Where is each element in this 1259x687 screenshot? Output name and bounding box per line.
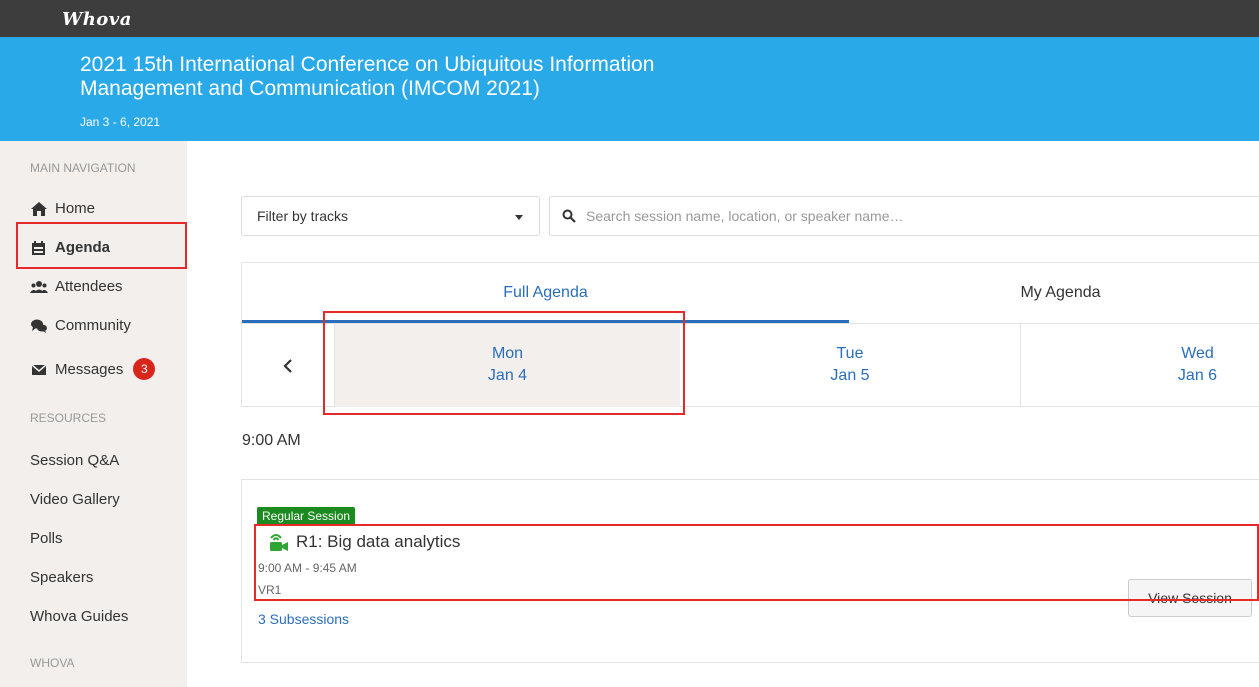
calendar-icon (32, 240, 45, 255)
sidebar-item-home[interactable]: Home (30, 200, 95, 217)
main-navigation-heading: MAIN NAVIGATION (30, 161, 136, 175)
search-icon (562, 209, 576, 223)
day-tab-wed[interactable]: Wed Jan 6 (1021, 324, 1259, 407)
whova-logo[interactable]: Whova (62, 9, 132, 30)
day-weekday: Tue (836, 345, 864, 362)
sidebar-item-label: Agenda (55, 239, 111, 256)
chevron-left-icon (283, 358, 292, 373)
previous-day-button[interactable] (242, 324, 334, 407)
sidebar-item-whova-guides[interactable]: Whova Guides (30, 608, 128, 625)
day-weekday: Mon (491, 345, 524, 362)
event-dates: Jan 3 - 6, 2021 (80, 115, 161, 129)
sidebar-item-messages[interactable]: Messages 3 (30, 358, 156, 380)
session-title[interactable]: R1: Big data analytics (268, 532, 460, 552)
day-tab-mon[interactable]: Mon Jan 4 (335, 324, 680, 407)
sidebar-item-label: Messages (55, 360, 124, 378)
agenda-tabs-panel: Full Agenda My Agenda Mon Jan 4 Tue Jan … (241, 262, 1259, 407)
sidebar-item-video-gallery[interactable]: Video Gallery (30, 491, 120, 508)
live-video-icon (270, 534, 288, 551)
day-weekday: Wed (1181, 345, 1214, 362)
whova-heading: WHOVA (30, 656, 75, 670)
users-icon (30, 280, 48, 293)
subsessions-link[interactable]: 3 Subsessions (258, 611, 349, 627)
track-filter-value: Filter by tracks (257, 208, 349, 224)
top-bar: Whova (0, 0, 1259, 37)
caret-down-icon (515, 215, 523, 220)
envelope-icon (31, 364, 47, 375)
sidebar-item-attendees[interactable]: Attendees (30, 278, 123, 295)
tab-full-agenda[interactable]: Full Agenda (242, 263, 849, 323)
event-banner: 2021 15th International Conference on Ub… (0, 37, 1259, 141)
comments-icon (31, 319, 47, 333)
time-slot-heading: 9:00 AM (242, 432, 301, 449)
session-location: VR1 (258, 583, 282, 597)
home-icon (31, 201, 47, 216)
sidebar-item-label: Home (55, 200, 96, 217)
messages-count-badge: 3 (133, 358, 156, 380)
session-title-text: R1: Big data analytics (296, 532, 461, 551)
sidebar-item-polls[interactable]: Polls (30, 530, 63, 547)
day-date: Jan 5 (830, 367, 870, 384)
session-search[interactable] (549, 196, 1259, 236)
search-input[interactable] (586, 208, 1186, 224)
tab-my-agenda[interactable]: My Agenda (849, 263, 1259, 323)
sidebar-item-community[interactable]: Community (30, 317, 131, 334)
sidebar-item-label: Attendees (55, 278, 123, 295)
sidebar-item-session-qa[interactable]: Session Q&A (30, 452, 119, 469)
day-date: Jan 4 (487, 367, 528, 384)
track-filter-select[interactable]: Filter by tracks (241, 196, 540, 236)
session-card (241, 479, 1259, 663)
view-session-button[interactable]: View Session (1128, 579, 1252, 617)
day-tab-tue[interactable]: Tue Jan 5 (680, 324, 1020, 407)
resources-heading: RESOURCES (30, 411, 107, 425)
sidebar-item-label: Community (55, 317, 131, 334)
session-time: 9:00 AM - 9:45 AM (258, 561, 357, 575)
sidebar-item-speakers[interactable]: Speakers (30, 569, 93, 586)
session-type-tag: Regular Session (257, 507, 356, 525)
sidebar: MAIN NAVIGATION Home Agenda Attendees Co… (0, 141, 187, 687)
day-date: Jan 6 (1177, 367, 1218, 384)
sidebar-item-agenda[interactable]: Agenda (30, 239, 110, 256)
event-title: 2021 15th International Conference on Ub… (80, 53, 655, 100)
